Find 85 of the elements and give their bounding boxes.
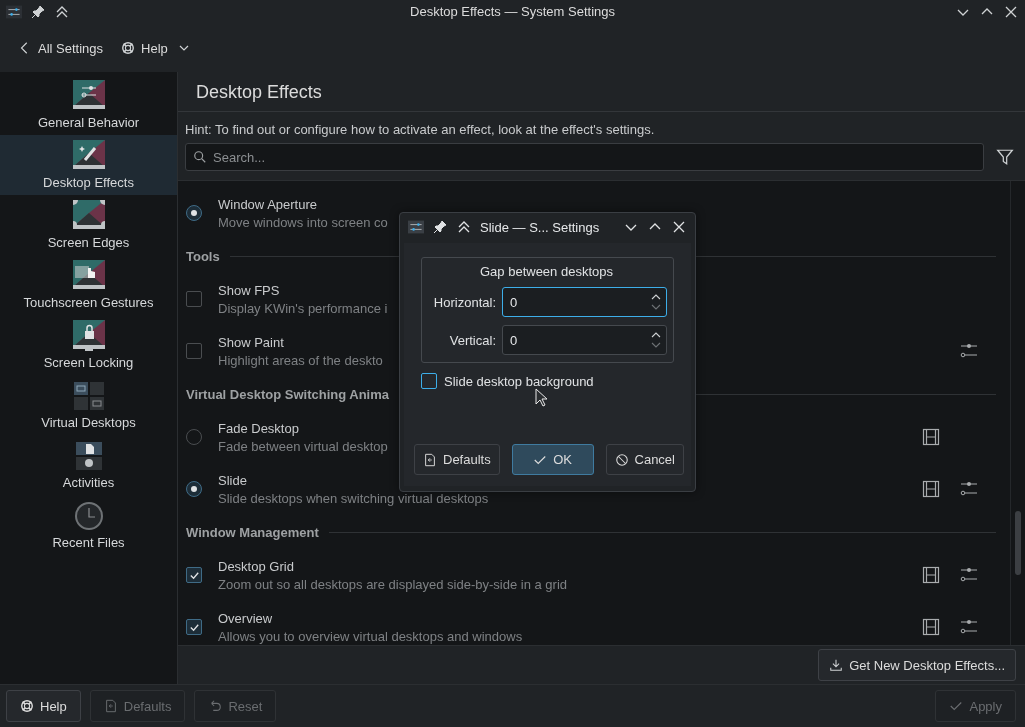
sliders-tile-icon — [72, 80, 105, 112]
keep-above-icon[interactable] — [456, 219, 472, 235]
sidebar-item[interactable]: Screen Locking — [0, 315, 177, 375]
scrollbar-thumb[interactable] — [1015, 511, 1021, 575]
lifebuoy-icon — [20, 699, 34, 713]
effect-name: Desktop Grid — [218, 558, 294, 574]
get-new-button[interactable]: Get New Desktop Effects... — [818, 649, 1016, 681]
clock-icon — [72, 500, 105, 532]
effect-name: Slide — [218, 472, 247, 488]
window-title: Desktop Effects — System Settings — [410, 4, 615, 19]
effect-description: Display KWin's performance i — [218, 300, 388, 316]
radio-button[interactable] — [186, 481, 202, 497]
effect-description: Move windows into screen co — [218, 214, 388, 230]
screen-edges-tile-icon — [72, 200, 105, 232]
app-icon[interactable] — [408, 219, 424, 235]
keep-above-icon[interactable] — [54, 4, 70, 20]
field-label: Vertical: — [448, 332, 496, 348]
effect-name: Show FPS — [218, 282, 280, 298]
effect-name: Show Paint — [218, 334, 284, 350]
search-icon — [193, 150, 207, 164]
effect-name: Window Aperture — [218, 196, 317, 212]
configure-icon[interactable] — [960, 342, 978, 360]
lock-screen-icon — [72, 320, 105, 352]
configure-icon[interactable] — [960, 566, 978, 584]
filter-icon[interactable] — [996, 148, 1014, 166]
help-menu-button[interactable]: Help — [117, 36, 194, 60]
close-icon[interactable] — [1003, 4, 1019, 20]
effect-name: Overview — [218, 610, 273, 626]
checkbox[interactable] — [186, 291, 202, 307]
section-header: Tools — [186, 248, 220, 264]
undo-icon — [208, 699, 223, 713]
sidebar-item[interactable]: Activities — [0, 435, 177, 495]
configure-icon[interactable] — [960, 480, 978, 498]
film-icon[interactable] — [922, 428, 940, 446]
checkbox[interactable] — [421, 373, 437, 389]
dialog-title: Slide — S... Settings — [480, 219, 601, 235]
search-field[interactable]: Search... — [185, 143, 984, 171]
checkbox[interactable] — [186, 343, 202, 359]
sidebar-item[interactable]: Screen Edges — [0, 195, 177, 255]
field-label: Horizontal: — [432, 294, 496, 310]
section-header: Virtual Desktop Switching Anima — [186, 386, 389, 402]
group-title: Gap between desktops — [479, 264, 614, 279]
help-button[interactable]: Help — [6, 690, 81, 722]
configure-icon[interactable] — [960, 618, 978, 636]
document-icon — [423, 452, 437, 467]
film-icon[interactable] — [922, 566, 940, 584]
sidebar-item[interactable]: General Behavior — [0, 75, 177, 135]
spin-box[interactable]: 0 — [502, 287, 667, 317]
effect-description: Zoom out so all desktops are displayed side-by-side in a grid — [218, 576, 567, 592]
pin-icon[interactable] — [30, 4, 46, 20]
app-icon[interactable] — [6, 4, 22, 20]
wand-tile-icon — [72, 140, 105, 172]
effect-description: Fade between virtual desktop — [218, 438, 388, 454]
pin-icon[interactable] — [432, 219, 448, 235]
sidebar-item[interactable]: Virtual Desktops — [0, 375, 177, 435]
page-title: Desktop Effects — [178, 72, 1025, 112]
document-icon — [103, 699, 118, 713]
effect-description: Allows you to overview virtual desktops and windows — [218, 628, 523, 644]
effect-description: Highlight areas of the deskto — [218, 352, 383, 368]
mouse-cursor-icon — [535, 388, 549, 408]
sidebar-item[interactable]: Desktop Effects — [0, 135, 177, 195]
checkbox[interactable] — [186, 619, 202, 635]
sidebar-item[interactable]: Touchscreen Gestures — [0, 255, 177, 315]
ok-button[interactable]: OK — [511, 444, 594, 475]
effect-name: Fade Desktop — [218, 420, 299, 436]
cancel-icon — [614, 452, 629, 467]
check-icon — [949, 699, 964, 713]
radio-button[interactable] — [186, 205, 202, 221]
back-button[interactable]: All Settings — [14, 36, 108, 60]
download-icon — [829, 658, 844, 672]
film-icon[interactable] — [922, 480, 940, 498]
hint-text: Hint: To find out or configure how to activate an effect, look at the effect's settings. — [184, 121, 656, 139]
sidebar-item[interactable]: Recent Files — [0, 495, 177, 555]
film-icon[interactable] — [922, 618, 940, 636]
effect-description: Slide desktops when switching virtual desktops — [218, 490, 489, 506]
checkbox[interactable] — [186, 567, 202, 583]
section-header: Window Management — [186, 524, 319, 540]
cancel-button[interactable]: Cancel — [605, 444, 684, 475]
lifebuoy-icon — [121, 41, 136, 55]
desktop-grid-icon — [72, 380, 105, 412]
spin-box[interactable]: 0 — [502, 325, 667, 355]
checkbox-label[interactable]: Slide desktop background — [444, 373, 594, 389]
defaults-button[interactable]: Defaults — [414, 444, 500, 475]
close-icon[interactable] — [671, 219, 687, 235]
hand-tile-icon — [72, 260, 105, 292]
